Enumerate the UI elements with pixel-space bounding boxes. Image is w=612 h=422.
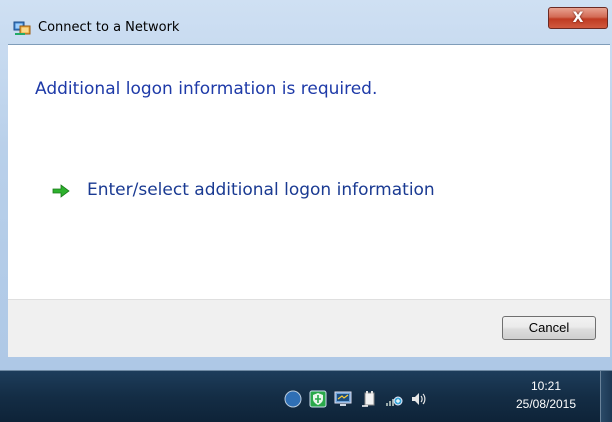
system-clock[interactable]: 10:21 25/08/2015 — [510, 377, 582, 413]
green-arrow-icon — [52, 183, 70, 198]
power-icon[interactable] — [360, 390, 378, 408]
connect-network-window: Connect to a Network X Additional logon … — [0, 0, 612, 370]
enter-logon-info-link[interactable]: Enter/select additional logon informatio… — [52, 178, 435, 202]
dialog-content: Additional logon information is required… — [8, 44, 610, 300]
network-icon[interactable] — [385, 390, 403, 408]
clock-time: 10:21 — [530, 379, 562, 393]
taskbar: 10:21 25/08/2015 — [0, 370, 612, 422]
close-button[interactable]: X — [548, 7, 608, 29]
dialog-footer: Cancel — [8, 299, 610, 357]
link-label: Enter/select additional logon informatio… — [87, 180, 435, 200]
title-bar[interactable]: Connect to a Network X — [0, 0, 612, 40]
shield-icon[interactable] — [309, 390, 327, 408]
network-connection-icon — [13, 20, 31, 36]
show-desktop-button[interactable] — [600, 371, 612, 422]
volume-icon[interactable] — [410, 390, 428, 408]
moon-icon[interactable] — [284, 390, 302, 408]
cancel-button[interactable]: Cancel — [502, 316, 596, 340]
clock-date: 25/08/2015 — [515, 397, 577, 411]
close-icon: X — [572, 10, 584, 26]
monitor-icon[interactable] — [334, 390, 352, 408]
dialog-heading: Additional logon information is required… — [35, 79, 378, 99]
window-title: Connect to a Network — [38, 20, 180, 35]
